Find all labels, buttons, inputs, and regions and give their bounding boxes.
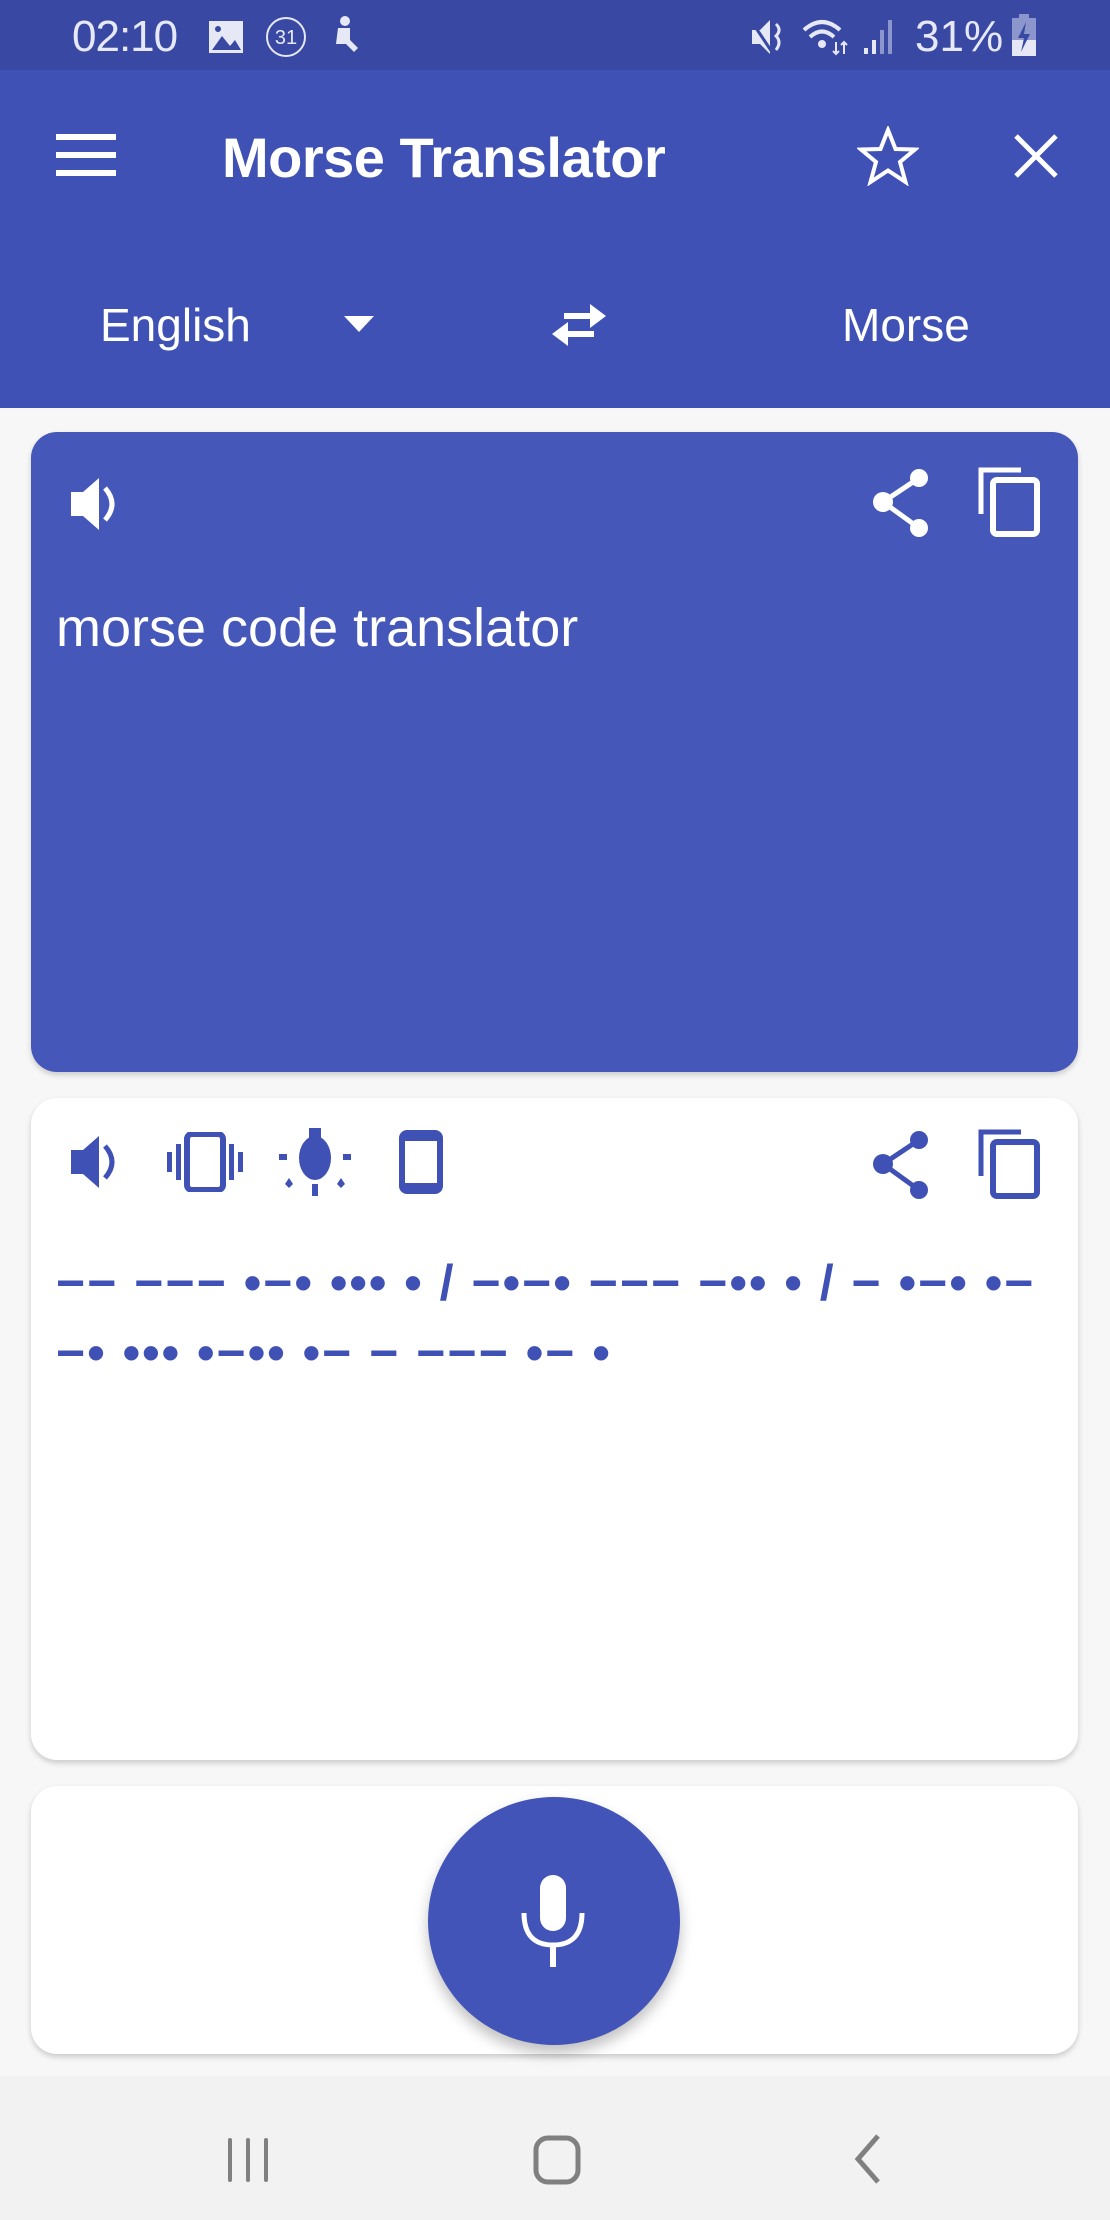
swap-arrows-icon[interactable] [550,302,608,348]
app-title: Morse Translator [222,126,666,189]
wifi-icon [802,20,848,56]
star-outline-icon[interactable] [857,126,919,186]
svg-text:31: 31 [275,27,297,49]
share-icon[interactable] [871,1130,933,1200]
dropdown-arrow-icon [344,316,374,332]
status-bar: 02:10 31 31% [0,0,1110,70]
source-language: English [100,299,251,351]
hamburger-menu-icon[interactable] [56,132,116,178]
speaker-icon[interactable] [69,1132,129,1192]
recent-apps-icon[interactable] [226,2136,270,2184]
microphone-button[interactable] [428,1797,680,2045]
battery-charging-icon [1012,14,1036,56]
morse-output-text: −− −−− •−• ••• • / −•−• −−− −•• • / − •−… [56,1255,1036,1381]
accessibility-icon [336,16,358,52]
share-icon[interactable] [871,468,933,538]
signal-icon [864,20,892,54]
output-card: −− −−− •−• ••• • / −•−• −−− −•• • / − •−… [31,1098,1078,1760]
gallery-icon [209,21,243,53]
source-language-selector[interactable]: English [100,298,390,368]
app-bar: Morse Translator English Morse [0,70,1110,408]
speaker-icon[interactable] [69,474,129,534]
navigation-bar [0,2076,1110,2220]
screen-flash-icon[interactable] [399,1130,443,1194]
input-text-field[interactable]: morse code translator [56,597,578,659]
microphone-icon [521,1875,585,1967]
vibrate-icon[interactable] [167,1132,243,1192]
copy-icon[interactable] [977,466,1041,538]
status-time: 02:10 [72,12,178,61]
flashlight-icon[interactable] [279,1128,351,1196]
calendar-31-icon: 31 [266,17,306,57]
input-card: morse code translator [31,432,1078,1072]
back-icon[interactable] [852,2134,882,2184]
target-language: Morse [842,299,970,351]
home-icon[interactable] [532,2134,584,2186]
close-icon[interactable] [1012,132,1060,180]
copy-icon[interactable] [977,1128,1041,1200]
mute-icon [750,20,781,54]
battery-percent: 31% [915,12,1004,61]
